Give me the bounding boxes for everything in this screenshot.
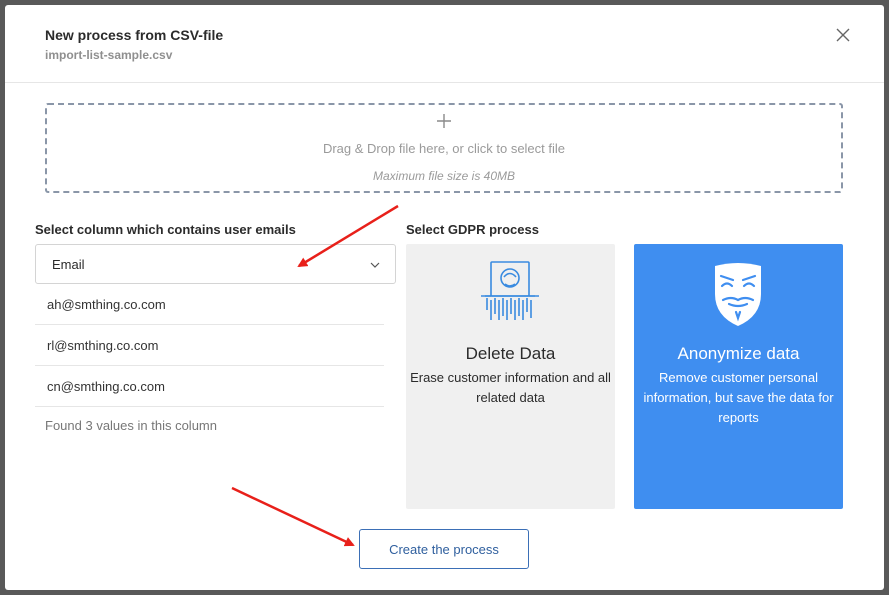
- gdpr-process-label: Select GDPR process: [406, 222, 539, 237]
- create-process-button[interactable]: Create the process: [359, 529, 529, 569]
- found-values-count: Found 3 values in this column: [45, 418, 217, 433]
- email-column-select[interactable]: Email: [35, 244, 396, 284]
- email-column-label: Select column which contains user emails: [35, 222, 296, 237]
- chevron-down-icon: [370, 262, 380, 268]
- list-item: ah@smthing.co.com: [35, 284, 384, 325]
- dropzone-size-note: Maximum file size is 40MB: [372, 169, 516, 183]
- email-value: cn@smthing.co.com: [47, 379, 165, 394]
- anonymize-data-description: Remove customer personal information, bu…: [643, 370, 834, 425]
- shredder-icon: [481, 261, 539, 320]
- email-value: ah@smthing.co.com: [47, 297, 166, 312]
- list-item: rl@smthing.co.com: [35, 325, 384, 366]
- close-button[interactable]: [835, 27, 851, 43]
- close-icon: [836, 28, 850, 42]
- delete-data-option[interactable]: Delete Data Erase customer information a…: [406, 244, 615, 509]
- dropzone-text: Drag & Drop file here, or click to selec…: [322, 141, 566, 156]
- delete-data-title: Delete Data: [465, 344, 556, 363]
- anonymize-data-title: Anonymize data: [677, 344, 800, 363]
- plus-icon: [437, 114, 451, 128]
- email-value: rl@smthing.co.com: [47, 338, 159, 353]
- list-item: cn@smthing.co.com: [35, 366, 384, 407]
- anonymize-data-option[interactable]: Anonymize data Remove customer personal …: [634, 244, 843, 509]
- dialog-title: New process from CSV-file: [45, 27, 224, 43]
- dialog-filename: import-list-sample.csv: [45, 48, 173, 62]
- email-column-selected: Email: [52, 257, 85, 272]
- dialog-header: New process from CSV-file import-list-sa…: [5, 5, 884, 83]
- anonymous-mask-icon: [715, 263, 761, 326]
- delete-data-description: Erase customer information and all relat…: [410, 370, 611, 405]
- csv-process-dialog: New process from CSV-file import-list-sa…: [5, 5, 884, 590]
- file-dropzone[interactable]: Drag & Drop file here, or click to selec…: [45, 103, 843, 193]
